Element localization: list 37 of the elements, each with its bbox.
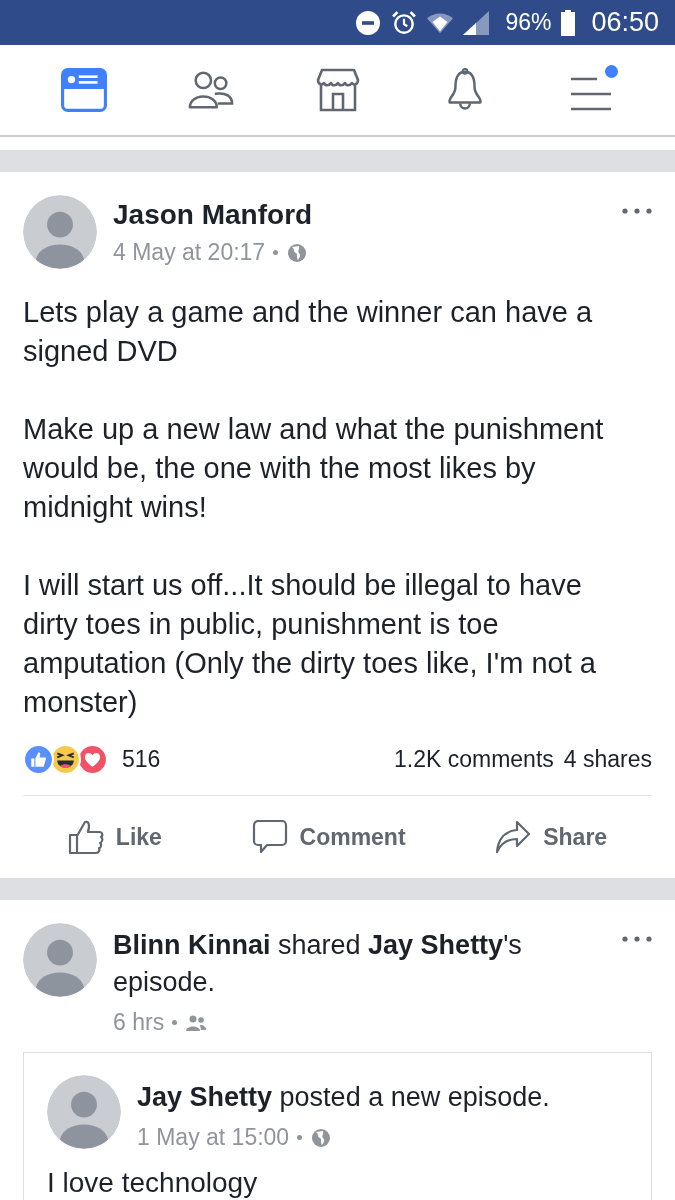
share-arrow-icon <box>495 819 532 855</box>
separator-dot <box>297 1135 303 1140</box>
separator-dot <box>172 1020 178 1025</box>
reaction-count[interactable]: 516 <box>122 746 161 773</box>
post-time[interactable]: 1 May at 15:00 <box>137 1124 290 1151</box>
more-options-icon[interactable] <box>622 208 652 214</box>
more-options-icon[interactable] <box>622 936 652 942</box>
post-text: Lets play a game and the winner can have a signed DVD <box>23 295 594 369</box>
battery-percent: 96% <box>505 9 552 36</box>
avatar[interactable] <box>23 923 97 997</box>
post-time[interactable]: 4 May at 20:17 <box>113 239 266 266</box>
do-not-disturb-icon <box>355 10 382 35</box>
shared-post-card[interactable]: Jay Shetty posted a new episode. 1 May at 15:00 I love technology <box>23 1052 652 1200</box>
battery-icon <box>561 9 576 36</box>
avatar[interactable] <box>23 195 97 269</box>
comment-button[interactable]: Comment <box>247 815 410 859</box>
post-text: Make up a new law and what the punishment would be, the one with the most likes by midnight wins! <box>23 412 605 525</box>
separator-dot <box>273 250 279 255</box>
like-button[interactable]: Like <box>63 815 166 859</box>
post-header: Jay Shetty posted a new episode. <box>137 1081 551 1114</box>
avatar[interactable] <box>47 1075 121 1149</box>
alarm-icon <box>391 10 418 35</box>
share-button[interactable]: Share <box>491 815 612 859</box>
clock: 06:50 <box>591 7 659 38</box>
signal-icon <box>463 10 490 35</box>
post-header: Blinn Kinnai shared Jay Shetty's episode. <box>113 929 523 999</box>
thumbs-up-icon <box>67 819 104 855</box>
post-text: I will start us off...It should be illegal to have dirty toes in public, punishment is toe amputation (Only the dirty toes like, I'm not a monster) <box>23 568 597 720</box>
store-icon <box>314 68 361 112</box>
comments-count[interactable]: 1.2K comments <box>394 746 554 773</box>
notification-dot <box>604 65 618 78</box>
speech-bubble-icon <box>251 819 288 855</box>
news-feed-icon <box>60 68 107 112</box>
post-text: I love technology <box>47 1166 259 1200</box>
shares-count[interactable]: 4 shares <box>563 746 652 773</box>
author-name[interactable]: Jason Manford <box>113 199 652 231</box>
post-time[interactable]: 6 hrs <box>113 1009 165 1036</box>
